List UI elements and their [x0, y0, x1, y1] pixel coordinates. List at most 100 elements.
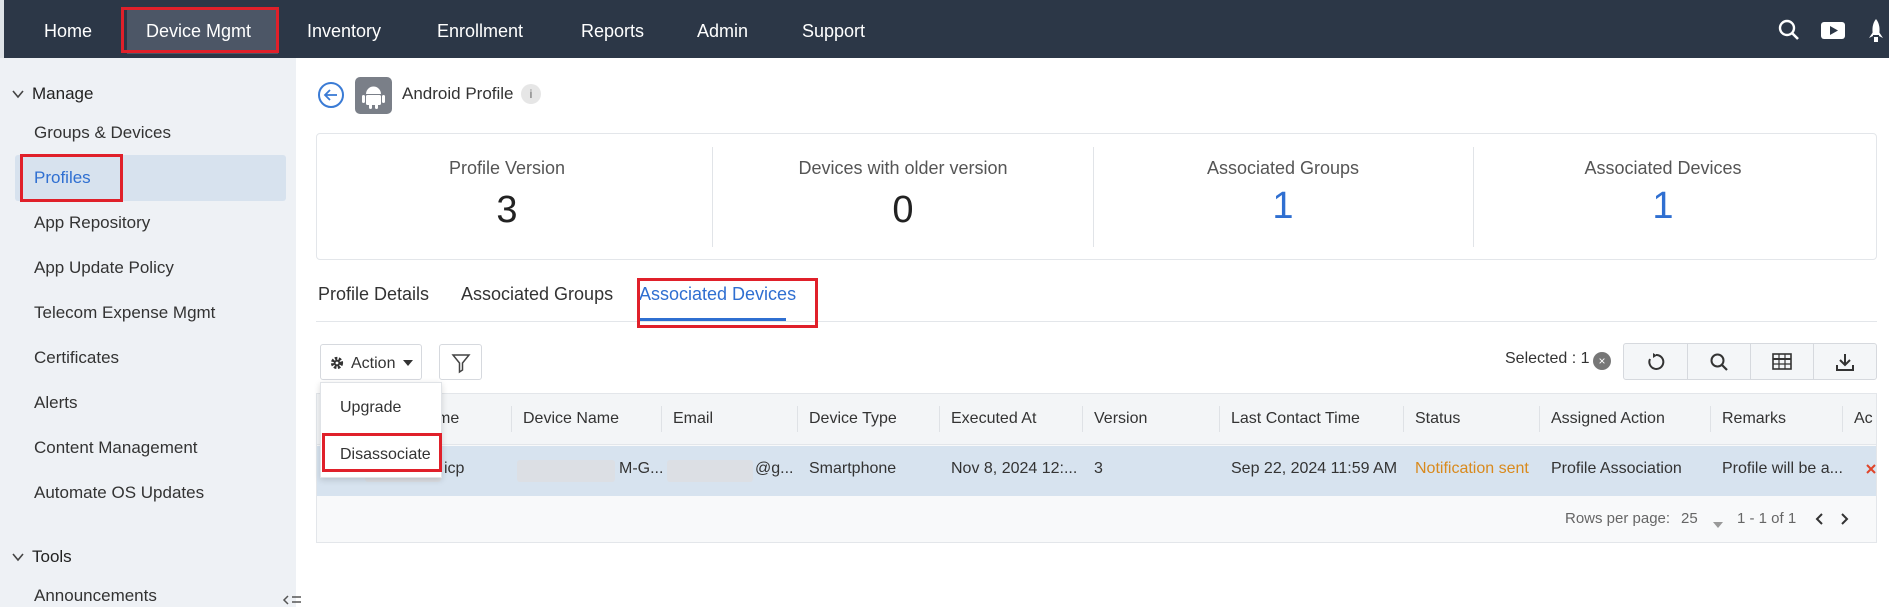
- nav-enrollment[interactable]: Enrollment: [437, 0, 523, 58]
- stat-value-link[interactable]: 1: [1473, 185, 1853, 228]
- stat-label: Associated Devices: [1584, 158, 1742, 178]
- redacted-email: [667, 460, 753, 482]
- caret-down-icon: [402, 345, 413, 379]
- column-header-device-name[interactable]: Device Name: [523, 410, 619, 428]
- highlight-box-device-mgmt: [121, 7, 279, 53]
- caret-down-icon[interactable]: [1713, 515, 1723, 533]
- stat-associated-groups[interactable]: Associated Groups 1: [1093, 134, 1473, 259]
- column-divider: [661, 406, 662, 432]
- column-header-remarks[interactable]: Remarks: [1722, 410, 1786, 428]
- table-header-row: me Device Name Email Device Type Execute…: [317, 394, 1876, 445]
- table-columns-icon: [1772, 353, 1792, 375]
- sidebar-section-label: Manage: [32, 84, 94, 103]
- refresh-button[interactable]: [1624, 344, 1687, 379]
- column-header-last-contact[interactable]: Last Contact Time: [1231, 410, 1360, 428]
- action-dropdown-button[interactable]: Action: [320, 344, 422, 380]
- nav-home[interactable]: Home: [44, 0, 92, 58]
- column-header-executed-at[interactable]: Executed At: [951, 410, 1036, 428]
- sidebar-section-label: Tools: [32, 547, 72, 566]
- rocket-icon[interactable]: [1864, 18, 1889, 44]
- cell-device-type: Smartphone: [809, 460, 897, 477]
- tab-bar: Profile Details Associated Groups Associ…: [316, 280, 1877, 322]
- cell-status: Notification sent: [1415, 460, 1529, 477]
- column-header-version[interactable]: Version: [1094, 410, 1147, 428]
- android-icon: [355, 77, 392, 114]
- next-page-icon[interactable]: [1840, 512, 1850, 531]
- column-header-email[interactable]: Email: [673, 410, 713, 428]
- action-label: Action: [351, 355, 396, 372]
- stats-panel: Profile Version 3 Devices with older ver…: [316, 133, 1877, 260]
- cell-device-name[interactable]: M-G...: [619, 460, 663, 478]
- sidebar-section-tools[interactable]: Tools: [12, 547, 72, 567]
- table-search-button[interactable]: [1687, 344, 1750, 379]
- column-divider: [1403, 406, 1404, 432]
- sidebar-section-manage[interactable]: Manage: [12, 84, 93, 104]
- refresh-icon: [1646, 353, 1666, 376]
- cell-email: @g...: [755, 460, 794, 477]
- back-button[interactable]: [318, 82, 344, 108]
- collapse-sidebar-icon[interactable]: [282, 594, 302, 612]
- filter-button[interactable]: [439, 344, 482, 380]
- column-divider: [1710, 406, 1711, 432]
- columns-button[interactable]: [1750, 344, 1813, 379]
- column-divider: [797, 406, 798, 432]
- top-nav: Home Device Mgmt Inventory Enrollment Re…: [0, 0, 1889, 58]
- gear-icon: [329, 350, 345, 384]
- stat-value-link[interactable]: 1: [1093, 185, 1473, 228]
- selected-count: Selected : 1: [1505, 350, 1590, 367]
- sidebar-item-automate-os-updates[interactable]: Automate OS Updates: [34, 483, 204, 503]
- sidebar-item-certificates[interactable]: Certificates: [34, 348, 119, 368]
- nav-support[interactable]: Support: [802, 0, 865, 58]
- column-header-status[interactable]: Status: [1415, 410, 1460, 428]
- column-header-device-type[interactable]: Device Type: [809, 410, 897, 428]
- info-icon[interactable]: i: [521, 84, 541, 104]
- sidebar-item-content-management[interactable]: Content Management: [34, 438, 198, 458]
- sidebar-item-app-repository[interactable]: App Repository: [34, 213, 150, 233]
- redacted-device-name: [517, 460, 615, 482]
- prev-page-icon[interactable]: [1814, 512, 1824, 531]
- stat-associated-devices[interactable]: Associated Devices 1: [1473, 134, 1853, 259]
- sidebar-item-alerts[interactable]: Alerts: [34, 393, 77, 413]
- search-icon[interactable]: [1777, 18, 1803, 44]
- youtube-icon[interactable]: [1820, 18, 1846, 44]
- associated-devices-table: me Device Name Email Device Type Execute…: [316, 393, 1877, 543]
- pagination-range: 1 - 1 of 1: [1737, 510, 1797, 527]
- column-divider: [1082, 406, 1083, 432]
- sidebar-item-app-update-policy[interactable]: App Update Policy: [34, 258, 174, 278]
- column-divider: [1539, 406, 1540, 432]
- clear-selection-icon[interactable]: ×: [1593, 352, 1611, 370]
- nav-inventory[interactable]: Inventory: [307, 0, 381, 58]
- sidebar-item-groups-devices[interactable]: Groups & Devices: [34, 123, 171, 143]
- column-header-actions[interactable]: Ac: [1854, 410, 1876, 428]
- column-divider: [1842, 406, 1843, 432]
- menu-item-upgrade[interactable]: Upgrade: [340, 399, 401, 417]
- cell-name: icp: [444, 460, 465, 477]
- stat-profile-version: Profile Version 3: [317, 134, 697, 259]
- nav-edge: [0, 0, 4, 58]
- sidebar-item-announcements[interactable]: Announcements: [34, 586, 157, 606]
- nav-reports[interactable]: Reports: [581, 0, 644, 58]
- cell-last-contact: Sep 22, 2024 11:59 AM: [1231, 460, 1398, 477]
- highlight-box-profiles: [20, 154, 123, 202]
- table-row[interactable]: icp M-G... @g... Smartphone Nov 8, 2024 …: [317, 446, 1876, 496]
- nav-admin[interactable]: Admin: [697, 0, 748, 58]
- cell-remarks: Profile will be a...: [1722, 460, 1843, 477]
- cell-executed-at: Nov 8, 2024 12:...: [951, 460, 1078, 477]
- download-icon: [1835, 354, 1855, 376]
- stat-value: 0: [892, 189, 914, 231]
- table-tools-group: [1623, 343, 1877, 380]
- rows-per-page-label: Rows per page:: [1565, 510, 1671, 527]
- export-button[interactable]: [1813, 344, 1876, 379]
- stat-label: Associated Groups: [1206, 158, 1360, 178]
- column-header-assigned-action[interactable]: Assigned Action: [1551, 410, 1665, 428]
- sidebar-item-telecom-expense[interactable]: Telecom Expense Mgmt: [34, 303, 215, 323]
- rows-per-page-select[interactable]: 25: [1681, 510, 1698, 527]
- cell-version: 3: [1094, 460, 1103, 477]
- column-divider: [1219, 406, 1220, 432]
- remove-icon[interactable]: [1865, 462, 1877, 480]
- cell-assigned-action: Profile Association: [1551, 460, 1682, 477]
- chevron-down-icon: [12, 550, 26, 565]
- stat-older-version: Devices with older version 0: [713, 134, 1093, 259]
- tab-profile-details[interactable]: Profile Details: [318, 284, 429, 305]
- tab-associated-groups[interactable]: Associated Groups: [461, 284, 613, 305]
